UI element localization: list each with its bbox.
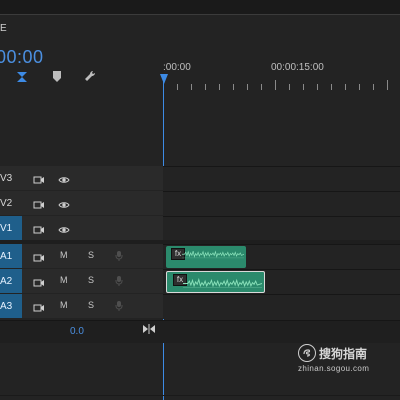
eye-icon[interactable] (58, 222, 70, 240)
track-name-a2[interactable]: A2 (0, 269, 22, 293)
film-icon[interactable] (33, 300, 45, 318)
solo-toggle[interactable]: S (88, 250, 94, 260)
top-window-strip (0, 0, 400, 15)
track-name-v1[interactable]: V1 (0, 216, 22, 240)
track-name-a1[interactable]: A1 (0, 244, 22, 268)
wrench-icon[interactable] (83, 69, 99, 85)
microphone-icon[interactable] (114, 299, 124, 317)
audio-meter-value[interactable]: 0.0 (70, 326, 84, 337)
ruler-tick (387, 80, 388, 90)
eye-icon[interactable] (58, 197, 70, 215)
audio-clip-a2[interactable]: fx (166, 271, 265, 293)
ruler-tick (373, 84, 374, 90)
ruler-label-start: :00:00 (163, 62, 191, 73)
solo-toggle[interactable]: S (88, 275, 94, 285)
ruler-label-15s: 00:00:15:00 (271, 62, 324, 73)
zoom-to-sequence-icon[interactable] (142, 322, 156, 340)
ruler-tick (177, 84, 178, 90)
ruler-tick (219, 84, 220, 90)
watermark: 搜狗指南 zhinan.sogou.com (298, 344, 400, 384)
film-icon[interactable] (33, 222, 45, 240)
track-header-a2: A2 M S (0, 269, 163, 293)
mute-toggle[interactable]: M (60, 300, 68, 310)
ruler-tick (275, 80, 276, 90)
film-icon[interactable] (33, 250, 45, 268)
eye-icon[interactable] (58, 172, 70, 190)
solo-toggle[interactable]: S (88, 300, 94, 310)
microphone-icon[interactable] (114, 274, 124, 292)
ruler-tick (303, 84, 304, 90)
track-name-v3[interactable]: V3 (0, 166, 22, 190)
track-name-a3[interactable]: A3 (0, 294, 22, 318)
watermark-brand: 搜狗指南 (319, 347, 368, 361)
current-timecode[interactable]: 00:00 (0, 47, 44, 68)
mute-toggle[interactable]: M (60, 275, 68, 285)
track-header-v1: V1 (0, 216, 163, 240)
film-icon[interactable] (33, 172, 45, 190)
snap-icon[interactable] (14, 69, 30, 85)
audio-clip-a1[interactable]: fx (166, 246, 246, 268)
ruler-tick (261, 84, 262, 90)
bottom-divider (0, 395, 400, 396)
ruler-tick (205, 84, 206, 90)
timeline-footer (0, 320, 400, 343)
panel-tab-glyph[interactable]: E (0, 23, 7, 34)
watermark-domain: zhinan.sogou.com (298, 364, 370, 373)
ruler-tick (247, 84, 248, 90)
microphone-icon[interactable] (114, 249, 124, 267)
time-ruler[interactable]: :00:00 00:00:15:00 (163, 58, 400, 90)
film-icon[interactable] (33, 197, 45, 215)
film-icon[interactable] (33, 275, 45, 293)
ruler-tick (331, 84, 332, 90)
waveform-icon (183, 277, 262, 288)
track-header-a3: A3 M S (0, 294, 163, 318)
mute-toggle[interactable]: M (60, 250, 68, 260)
track-name-v2[interactable]: V2 (0, 191, 22, 215)
ruler-tick (191, 84, 192, 90)
ruler-tick (359, 84, 360, 90)
ruler-tick (345, 84, 346, 90)
track-header-v2: V2 (0, 191, 163, 215)
ruler-tick (289, 84, 290, 90)
sogou-logo-icon (298, 344, 316, 362)
track-header-v3: V3 (0, 166, 163, 190)
track-header-a1: A1 M S (0, 244, 163, 268)
ruler-tick (317, 84, 318, 90)
waveform-icon (182, 250, 244, 259)
ruler-tick (233, 84, 234, 90)
marker-icon[interactable] (49, 69, 65, 85)
playhead-handle[interactable] (160, 74, 168, 84)
